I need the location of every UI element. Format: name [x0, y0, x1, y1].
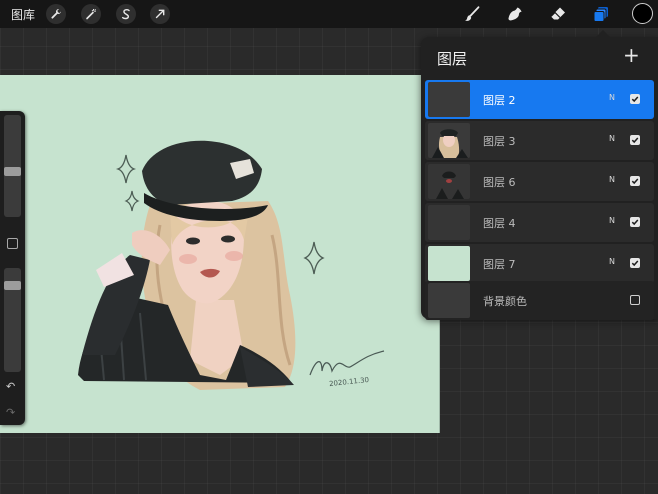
smudge-icon[interactable] [505, 4, 525, 24]
color-picker-swatch[interactable] [632, 3, 653, 24]
layer-name: 图层 4 [483, 217, 516, 230]
layer-name: 背景颜色 [483, 295, 527, 308]
layer-thumbnail [428, 164, 470, 199]
brush-size-thumb[interactable] [4, 167, 21, 176]
add-layer-button[interactable]: + [623, 45, 640, 65]
blend-mode[interactable]: N [609, 134, 615, 143]
redo-icon[interactable]: ↷ [6, 407, 15, 418]
modify-button[interactable] [7, 238, 18, 249]
visibility-checkbox[interactable] [630, 176, 640, 186]
blend-mode[interactable]: N [609, 216, 615, 225]
background-color-row[interactable]: 背景颜色 [425, 281, 654, 320]
layer-row[interactable]: 图层 3 N [425, 121, 654, 160]
eraser-icon[interactable] [548, 4, 568, 24]
visibility-checkbox[interactable] [630, 258, 640, 268]
top-toolbar: 图库 [0, 0, 658, 28]
layer-thumbnail [428, 82, 470, 117]
blend-mode[interactable]: N [609, 93, 615, 102]
undo-icon[interactable]: ↶ [6, 381, 15, 392]
wrench-icon[interactable] [46, 4, 66, 24]
opacity-thumb[interactable] [4, 281, 21, 290]
layers-panel: 图层 + 图层 2 N 图层 3 N 图层 6 N 图层 4 N 图层 7 N … [421, 30, 658, 320]
brush-size-slider[interactable] [4, 115, 21, 217]
gallery-button[interactable]: 图库 [11, 6, 35, 23]
layers-panel-title: 图层 [437, 50, 468, 68]
selection-s-icon[interactable] [116, 4, 136, 24]
visibility-checkbox[interactable] [630, 217, 640, 227]
layer-name: 图层 3 [483, 135, 516, 148]
layer-row[interactable]: 图层 2 N [425, 80, 654, 119]
visibility-checkbox[interactable] [630, 94, 640, 104]
brush-icon[interactable] [462, 4, 482, 24]
magic-wand-icon[interactable] [81, 4, 101, 24]
artwork-illustration [78, 140, 385, 390]
layer-thumbnail [428, 246, 470, 281]
blend-mode[interactable]: N [609, 257, 615, 266]
layer-name: 图层 6 [483, 176, 516, 189]
blend-mode[interactable]: N [609, 175, 615, 184]
layer-row[interactable]: 图层 7 N [425, 244, 654, 283]
layer-name: 图层 2 [483, 94, 516, 107]
layer-thumbnail [428, 205, 470, 240]
visibility-checkbox[interactable] [630, 295, 640, 305]
layer-name: 图层 7 [483, 258, 516, 271]
layer-thumbnail [428, 283, 470, 318]
opacity-slider[interactable] [4, 268, 21, 372]
transform-arrow-icon[interactable] [150, 4, 170, 24]
layer-thumbnail [428, 123, 470, 158]
left-sidebar: ↶ ↷ [0, 111, 25, 425]
layer-row[interactable]: 图层 4 N [425, 203, 654, 242]
visibility-checkbox[interactable] [630, 135, 640, 145]
drawing-canvas[interactable]: 2020.11.30 [0, 75, 440, 433]
layer-row[interactable]: 图层 6 N [425, 162, 654, 201]
layers-icon[interactable] [591, 4, 611, 24]
